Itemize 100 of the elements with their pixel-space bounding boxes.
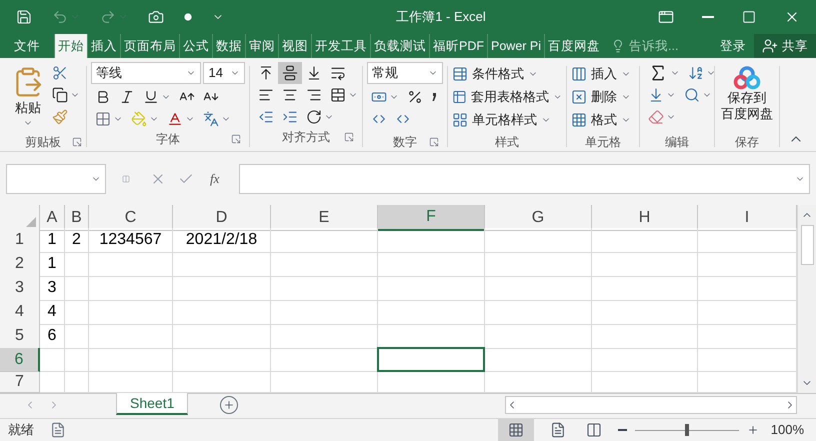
cells-menu-button[interactable]: 删除 (571, 85, 635, 108)
style-menu-button[interactable]: 条件格式 (452, 62, 562, 85)
dialog-launcher-icon (344, 132, 354, 142)
redo-icon (100, 9, 116, 25)
format-cells-icon (571, 112, 587, 128)
column-header[interactable]: A (40, 205, 65, 231)
align-right-icon (306, 87, 322, 103)
empty-cell (65, 300, 89, 325)
cut-icon (52, 65, 68, 81)
user-plus-icon (762, 38, 778, 54)
column-header[interactable]: G (485, 205, 592, 231)
maximize-icon (742, 10, 756, 24)
ribbon-display-icon (658, 9, 674, 25)
dialog-launcher-icon (72, 137, 82, 147)
cells-menu-button[interactable]: 格式 (571, 108, 635, 131)
align-center-icon (282, 87, 298, 103)
column-header[interactable]: C (89, 205, 173, 231)
insert-cells-icon (571, 66, 587, 82)
row-header[interactable]: 6 (0, 348, 40, 372)
dialog-launcher-icon (429, 137, 439, 147)
copy-icon (52, 87, 68, 103)
dialog-launcher-icon (231, 134, 241, 144)
paste-button[interactable]: 粘贴 (8, 62, 48, 133)
zoom-slider[interactable] (634, 424, 739, 436)
row-header[interactable]: 3 (0, 276, 40, 301)
borders-icon (95, 111, 111, 127)
align-bottom-icon (306, 65, 322, 81)
zoom-slider-thumb[interactable] (684, 424, 689, 436)
horizontal-scrollbar[interactable] (505, 396, 797, 414)
column-header[interactable]: F (378, 205, 485, 231)
group-label: 字体 (156, 131, 180, 148)
add-sheet-button[interactable] (220, 396, 238, 414)
formula-field[interactable] (239, 164, 810, 194)
row-header[interactable]: 4 (0, 300, 40, 325)
ribbon-tab[interactable]: 文件 (0, 34, 54, 58)
row-header[interactable]: 7 (0, 372, 40, 393)
row-header[interactable]: 5 (0, 324, 40, 349)
group-label: 数字 (393, 134, 417, 151)
column-header[interactable]: D (173, 205, 271, 231)
align-middle-button[interactable] (278, 62, 302, 84)
align-left-icon (258, 87, 274, 103)
orientation-icon (306, 109, 322, 125)
plus-icon (223, 399, 236, 411)
group-label: 样式 (495, 134, 519, 151)
macro-record-icon (50, 422, 66, 438)
insert-function-button[interactable]: fx (202, 168, 228, 188)
status-text: 就绪 (7, 421, 34, 440)
find-icon (684, 87, 700, 103)
save-icon (16, 9, 32, 25)
table-cell: 1 (40, 252, 65, 277)
empty-cell (65, 348, 89, 372)
zoom-percent[interactable]: 100% (758, 420, 816, 440)
sign-in-link[interactable]: 登录 (712, 34, 754, 58)
wrap-text-icon (330, 65, 346, 81)
underline-icon (143, 89, 159, 105)
grid-icon (508, 422, 524, 438)
table-cell: 4 (40, 300, 65, 325)
phonetic-icon (203, 111, 219, 127)
style-menu-button[interactable]: 套用表格格式 (452, 85, 562, 108)
sort-filter-icon (688, 65, 704, 81)
dot-icon (184, 13, 192, 21)
group-label: 对齐方式 (282, 129, 330, 146)
column-header[interactable]: B (65, 205, 89, 231)
normal-view-button[interactable] (498, 419, 534, 441)
empty-cell (65, 276, 89, 301)
clear-icon (648, 109, 664, 125)
comma-icon (431, 92, 437, 102)
vertical-scrollbar[interactable] (797, 205, 816, 393)
fill-icon (648, 87, 664, 103)
share-button[interactable]: 共享 (754, 34, 816, 58)
empty-cell (65, 252, 89, 277)
table-cell: 6 (40, 324, 65, 349)
ribbon-tab[interactable]: 开始 (54, 34, 87, 58)
minimize-icon (702, 16, 714, 18)
number-format-field[interactable]: 常规 (367, 62, 443, 84)
row-header[interactable]: 2 (0, 252, 40, 277)
table-cell: 1234567 (89, 228, 173, 253)
save-to-cloud-button[interactable]: 保存到 百度网盘 (715, 62, 779, 133)
column-header[interactable]: H (592, 205, 698, 231)
table-cell: 1 (40, 228, 65, 253)
sheet-tab[interactable]: Sheet1 (116, 393, 188, 415)
table-cell: 2021/2/18 (173, 228, 271, 253)
group-label: 编辑 (665, 134, 689, 151)
cell-style-icon (452, 112, 468, 128)
font-color-icon (167, 111, 183, 127)
table-format-icon (452, 88, 467, 104)
font-size-field[interactable]: 14 (203, 62, 245, 84)
cells-menu-button[interactable]: 插入 (571, 62, 635, 85)
scroll-thumb[interactable] (800, 225, 814, 265)
window-title: 工作簿1 - Excel (396, 8, 486, 26)
table-cell: 3 (40, 276, 65, 301)
delete-cells-icon (571, 88, 587, 104)
zoom-in-icon (746, 424, 759, 436)
increase-indent-icon (282, 109, 298, 125)
row-header[interactable]: 1 (0, 228, 40, 253)
group-label: 保存 (735, 134, 759, 151)
decrease-indent-icon (258, 109, 274, 125)
font-name-field[interactable]: 等线 (91, 62, 202, 84)
align-middle-icon (282, 65, 298, 81)
style-menu-button[interactable]: 单元格样式 (452, 108, 562, 131)
